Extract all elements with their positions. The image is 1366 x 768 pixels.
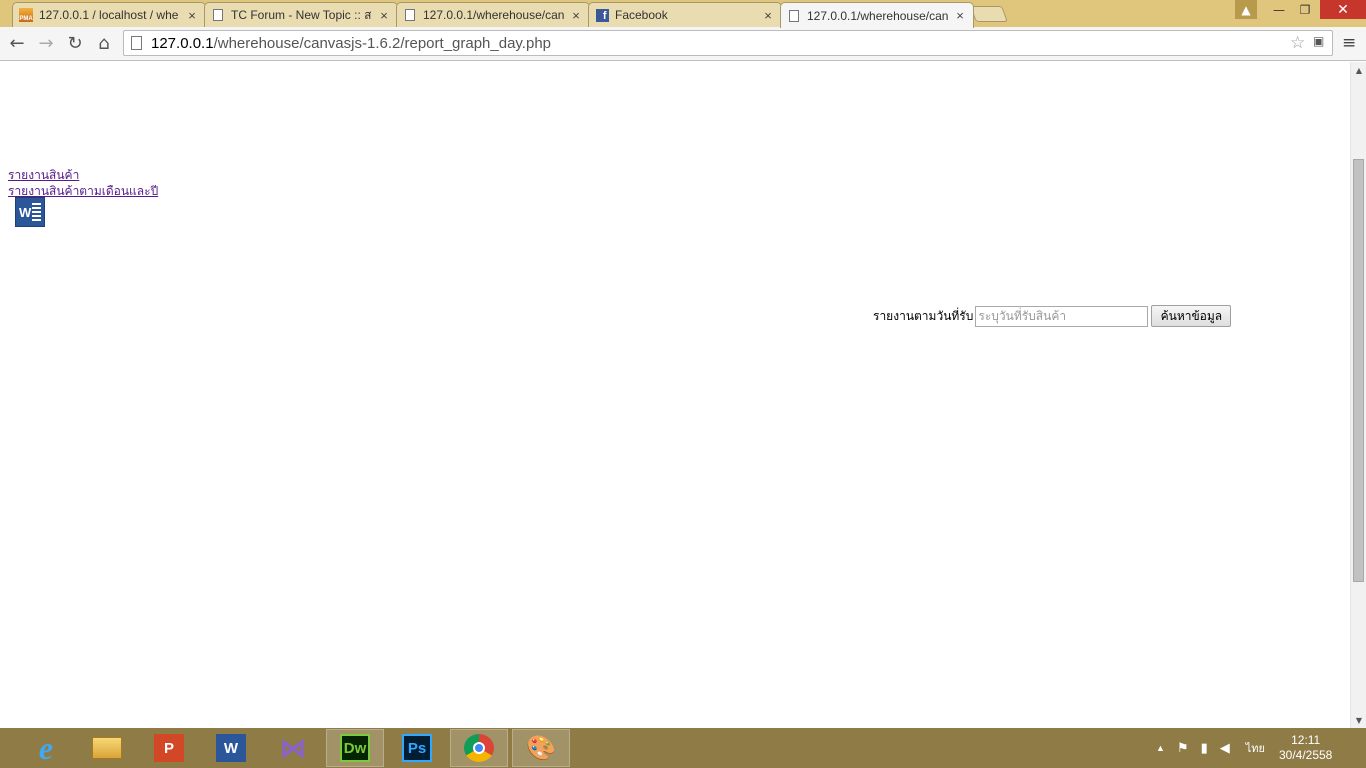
page-icon (403, 8, 417, 22)
powerpoint-icon: P (154, 734, 184, 762)
page-icon (131, 36, 142, 50)
word-icon: W (216, 734, 246, 762)
taskbar-paint[interactable]: 🎨 (512, 729, 570, 767)
network-disconnected-icon[interactable]: ⚑ (1177, 740, 1189, 756)
taskbar-dreamweaver[interactable]: Dw (326, 729, 384, 767)
taskbar-clock[interactable]: 12:11 30/4/2558 (1279, 733, 1332, 763)
page-icon (211, 8, 225, 22)
clock-time: 12:11 (1291, 733, 1321, 747)
page-viewport: รายงานสินค้า รายงานสินค้าตามเดือนและปี W… (0, 62, 1350, 728)
close-window-button[interactable]: ✕ (1320, 0, 1366, 19)
url-path: /wherehouse/canvasjs-1.6.2/report_graph_… (213, 34, 552, 52)
folder-icon (92, 737, 122, 759)
phpmyadmin-icon: PMA (19, 8, 33, 22)
internet-explorer-icon: e (38, 729, 54, 766)
close-icon[interactable]: × (377, 8, 391, 23)
address-bar[interactable]: 127.0.0.1/wherehouse/canvasjs-1.6.2/repo… (123, 30, 1333, 56)
tab-title: 127.0.0.1 / localhost / whe (39, 8, 179, 22)
paint-icon: 🎨 (526, 734, 556, 762)
chrome-icon (464, 734, 494, 762)
tab-title: Facebook (615, 8, 668, 22)
scroll-down-arrow-icon[interactable]: ▼ (1351, 712, 1366, 728)
word-letter: W (19, 204, 32, 220)
taskbar-photoshop[interactable]: Ps (388, 729, 446, 767)
tab-title: 127.0.0.1/wherehouse/can (423, 8, 565, 22)
close-icon[interactable]: × (953, 8, 967, 23)
forward-button[interactable]: → (34, 31, 58, 55)
word-export-icon[interactable]: W (15, 197, 45, 227)
facebook-icon: f (595, 8, 609, 22)
new-tab-button[interactable] (970, 6, 1008, 22)
tab-title: TC Forum - New Topic :: ส (231, 7, 372, 22)
show-hidden-icons-chevron-icon[interactable]: ▲ (1156, 743, 1165, 753)
dreamweaver-icon: Dw (340, 734, 370, 762)
clock-date: 30/4/2558 (1278, 748, 1333, 762)
back-button[interactable]: ← (5, 31, 29, 55)
tab-strip: PMA 127.0.0.1 / localhost / whe × TC For… (0, 0, 1366, 28)
visual-studio-icon: ⋈ (280, 732, 306, 763)
windows-taskbar: e P W ⋈ Dw Ps 🎨 ▲ ⚑ ▮ ◀ ไทย 12:11 30/4/2… (0, 728, 1366, 768)
tab-phpmyadmin[interactable]: PMA 127.0.0.1 / localhost / whe × (12, 2, 206, 27)
minimize-button[interactable]: — (1266, 0, 1292, 19)
tab-facebook[interactable]: f Facebook × (588, 2, 782, 27)
user-profile-icon[interactable]: ▲ (1235, 0, 1257, 19)
date-search-form: รายงานตามวันที่รับ ค้นหาข้อมูล (873, 305, 1232, 327)
vertical-scrollbar[interactable]: ▲ ▼ (1350, 62, 1366, 728)
date-search-label: รายงานตามวันที่รับ (873, 308, 974, 323)
document-lines-icon (32, 203, 41, 222)
system-tray: ▲ ⚑ ▮ ◀ ไทย 12:11 30/4/2558 (1150, 728, 1332, 768)
bookmark-star-icon[interactable]: ☆ (1290, 33, 1305, 53)
url-host: 127.0.0.1 (151, 34, 214, 52)
tab-title: 127.0.0.1/wherehouse/can (807, 8, 949, 23)
taskbar-word[interactable]: W (202, 729, 260, 767)
page-icon (787, 9, 801, 23)
tab-tc-forum[interactable]: TC Forum - New Topic :: ส × (204, 2, 398, 27)
reload-button[interactable]: ↻ (63, 31, 87, 55)
taskbar-chrome[interactable] (450, 729, 508, 767)
tab-wherehouse-active[interactable]: 127.0.0.1/wherehouse/can × (780, 2, 974, 28)
close-icon[interactable]: × (761, 8, 775, 23)
receive-date-input[interactable] (975, 305, 1149, 327)
taskbar-visual-studio[interactable]: ⋈ (264, 729, 322, 767)
taskbar-file-explorer[interactable] (78, 729, 136, 767)
taskbar-powerpoint[interactable]: P (140, 729, 198, 767)
browser-toolbar: ← → ↻ ⌂ 127.0.0.1/wherehouse/canvasjs-1.… (0, 27, 1366, 61)
maximize-button[interactable]: ❐ (1292, 0, 1318, 19)
scroll-thumb[interactable] (1353, 159, 1364, 582)
scroll-up-arrow-icon[interactable]: ▲ (1351, 62, 1366, 78)
input-language-indicator[interactable]: ไทย (1246, 739, 1265, 757)
volume-muted-icon[interactable]: ◀ (1220, 740, 1230, 756)
close-icon[interactable]: × (569, 8, 583, 23)
photoshop-icon: Ps (402, 734, 432, 762)
power-plug-icon[interactable]: ▮ (1201, 740, 1208, 756)
chrome-menu-icon[interactable]: ≡ (1342, 33, 1356, 53)
extension-icon[interactable]: ▣ (1313, 34, 1324, 48)
home-button[interactable]: ⌂ (92, 31, 116, 55)
search-data-button[interactable]: ค้นหาข้อมูล (1151, 305, 1232, 327)
close-icon[interactable]: × (185, 8, 199, 23)
tab-wherehouse-1[interactable]: 127.0.0.1/wherehouse/can × (396, 2, 590, 27)
taskbar-internet-explorer[interactable]: e (17, 729, 75, 767)
